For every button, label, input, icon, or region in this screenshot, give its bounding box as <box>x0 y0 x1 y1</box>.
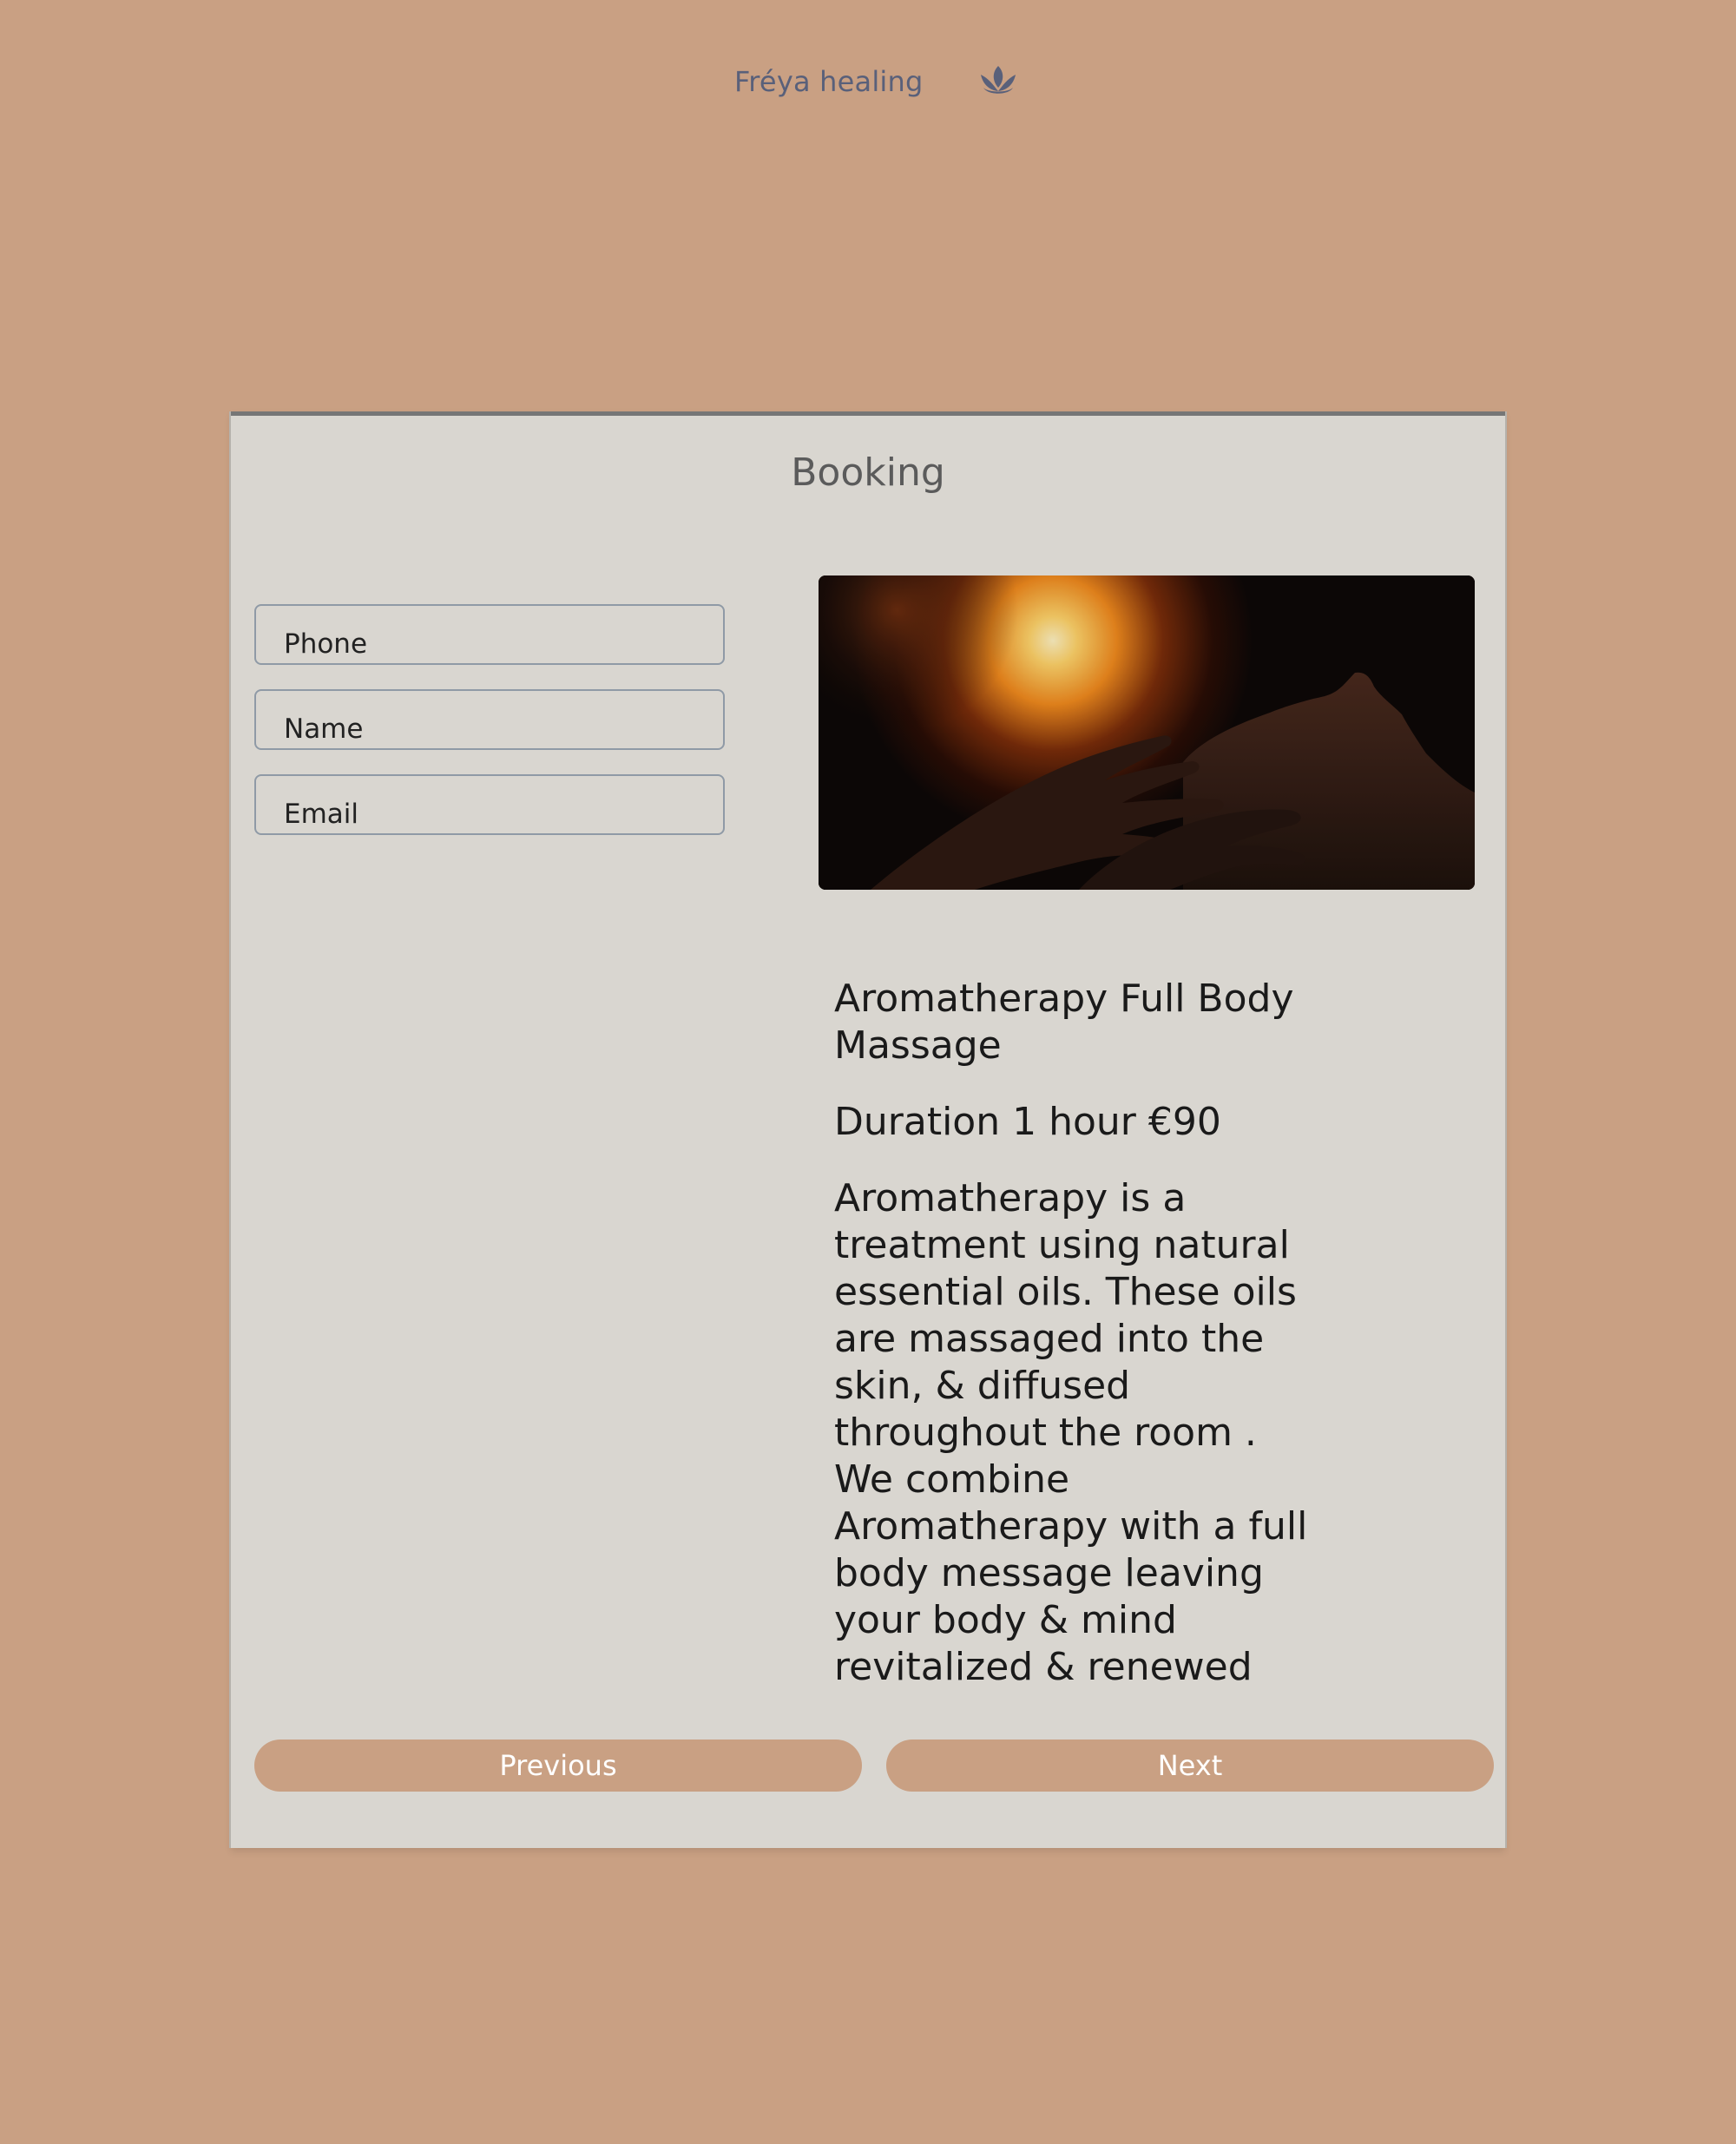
page-title: Booking <box>791 451 945 495</box>
lotus-icon <box>979 64 1017 99</box>
previous-button[interactable]: Previous <box>254 1740 862 1792</box>
brand[interactable]: Fréya healing <box>734 57 1017 106</box>
name-field-label: Name <box>284 714 364 745</box>
email-field[interactable]: Email <box>254 774 725 835</box>
service-description: Aromatherapy is a treatment using natura… <box>834 1176 1308 1689</box>
phone-field-label: Phone <box>284 628 368 660</box>
brand-name[interactable]: Fréya healing <box>734 65 924 98</box>
service-title: Aromatherapy Full Body Massage <box>834 977 1294 1068</box>
next-button[interactable]: Next <box>886 1740 1494 1792</box>
email-field-label: Email <box>284 799 359 830</box>
service-duration: Duration 1 hour €90 <box>834 1100 1221 1144</box>
booking-card: Booking Phone Name Email Aromatherapy Fu… <box>231 411 1505 1848</box>
service-image <box>819 575 1475 890</box>
service-details: Aromatherapy Full Body Massage Duration … <box>834 976 1320 1691</box>
name-field[interactable]: Name <box>254 689 725 750</box>
phone-field[interactable]: Phone <box>254 604 725 665</box>
